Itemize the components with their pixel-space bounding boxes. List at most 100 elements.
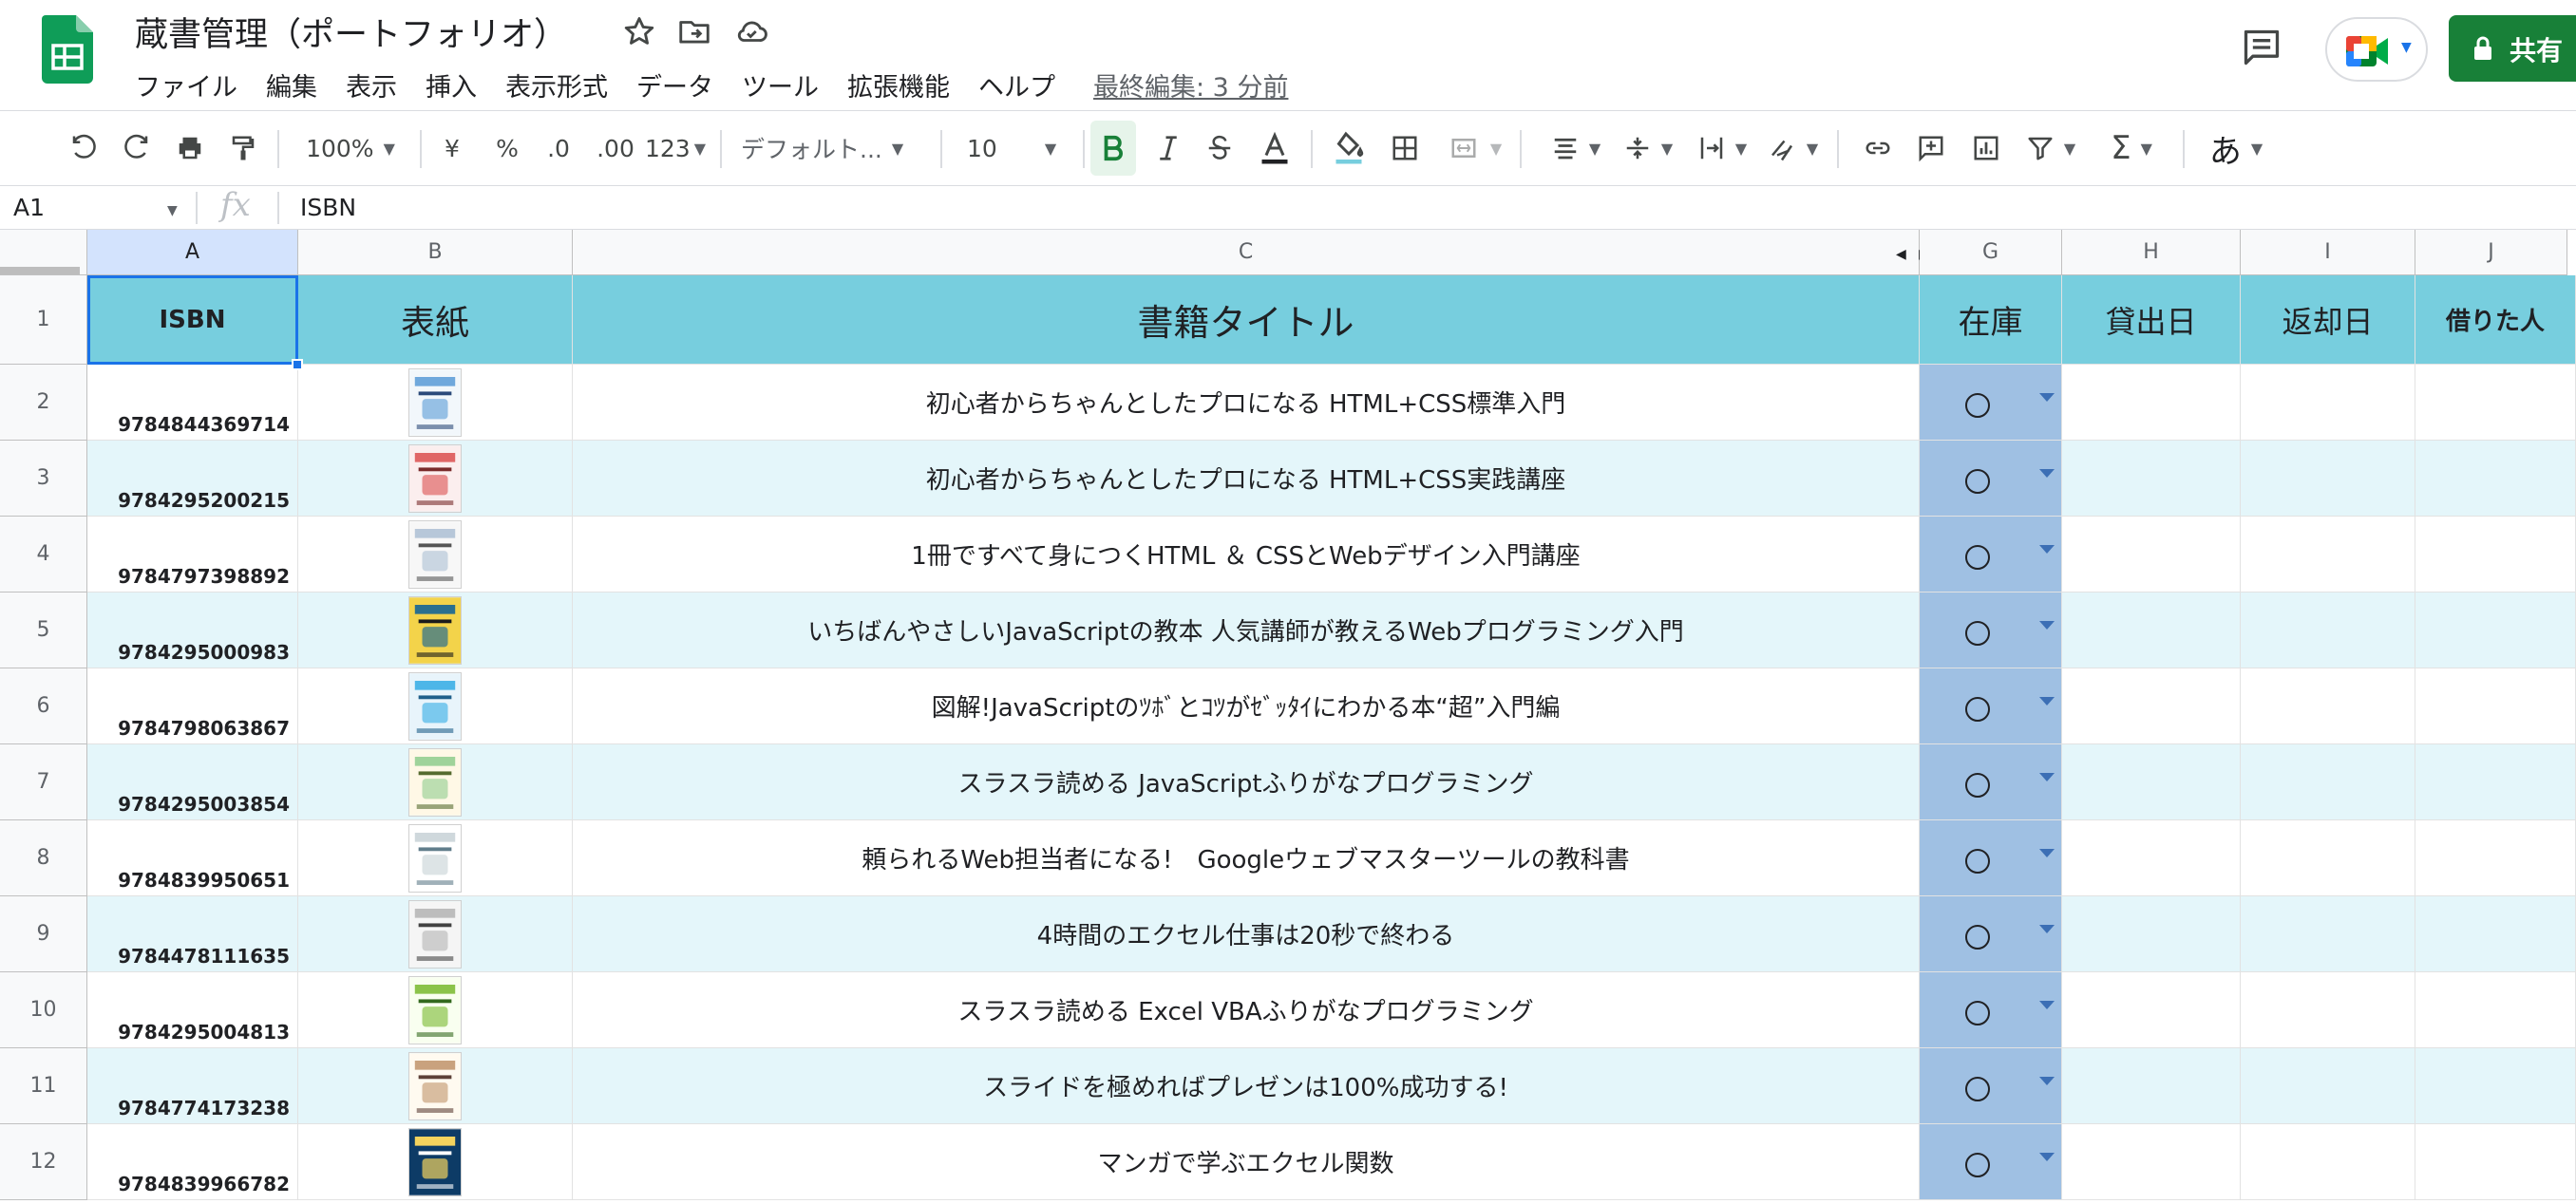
header-cover[interactable]: 表紙 — [298, 275, 573, 364]
book-title-cell[interactable]: 図解!JavaScriptのﾂﾎﾞとｺﾂがｾﾞｯﾀｲにわかる本“超”入門編 — [573, 668, 1920, 743]
return-date-cell[interactable] — [2241, 441, 2415, 516]
dropdown-arrow-icon[interactable] — [2039, 621, 2055, 630]
book-title-cell[interactable]: 初心者からちゃんとしたプロになる HTML+CSS標準入門 — [573, 365, 1920, 440]
share-button[interactable]: 共有 — [2449, 15, 2576, 82]
borders-button[interactable] — [1381, 111, 1429, 185]
return-date-cell[interactable] — [2241, 1048, 2415, 1123]
stock-dropdown-cell[interactable] — [1920, 1124, 2062, 1199]
cover-cell[interactable] — [298, 517, 573, 592]
stock-dropdown-cell[interactable] — [1920, 517, 2062, 592]
book-title-cell[interactable]: スライドを極めればプレゼンは100%成功する! — [573, 1048, 1920, 1123]
borrower-cell[interactable] — [2415, 365, 2576, 440]
dropdown-arrow-icon[interactable] — [2039, 925, 2055, 933]
row-header[interactable]: 12 — [0, 1124, 87, 1200]
loan-date-cell[interactable] — [2062, 517, 2241, 592]
loan-date-cell[interactable] — [2062, 896, 2241, 971]
insert-link-button[interactable] — [1854, 111, 1902, 185]
paint-format-button[interactable] — [220, 111, 266, 185]
isbn-cell[interactable]: 9784844369714 — [87, 365, 298, 440]
stock-dropdown-cell[interactable] — [1920, 744, 2062, 819]
sheets-logo-icon[interactable] — [42, 15, 93, 84]
cover-cell[interactable] — [298, 972, 573, 1047]
dropdown-arrow-icon[interactable] — [2039, 697, 2055, 705]
row-header[interactable]: 5 — [0, 593, 87, 668]
percent-format-button[interactable]: % — [484, 111, 530, 185]
loan-date-cell[interactable] — [2062, 744, 2241, 819]
column-header-i[interactable]: I — [2241, 230, 2415, 275]
menu-file[interactable]: ファイル — [135, 66, 237, 103]
menu-data[interactable]: データ — [636, 66, 713, 103]
cover-cell[interactable] — [298, 896, 573, 971]
cover-cell[interactable] — [298, 365, 573, 440]
header-loan-date[interactable]: 貸出日 — [2062, 275, 2241, 364]
stock-dropdown-cell[interactable] — [1920, 668, 2062, 743]
stock-dropdown-cell[interactable] — [1920, 1048, 2062, 1123]
insert-comment-button[interactable] — [1907, 111, 1955, 185]
borrower-cell[interactable] — [2415, 593, 2576, 668]
borrower-cell[interactable] — [2415, 820, 2576, 895]
fill-handle[interactable] — [292, 359, 303, 370]
return-date-cell[interactable] — [2241, 972, 2415, 1047]
stock-dropdown-cell[interactable] — [1920, 593, 2062, 668]
borrower-cell[interactable] — [2415, 896, 2576, 971]
insert-chart-button[interactable] — [1962, 111, 2010, 185]
loan-date-cell[interactable] — [2062, 820, 2241, 895]
zoom-select[interactable]: 100% ▼ — [291, 111, 410, 185]
input-tools-button[interactable]: あ ▼ — [2200, 111, 2272, 185]
return-date-cell[interactable] — [2241, 365, 2415, 440]
formula-input[interactable]: ISBN — [300, 194, 356, 221]
merge-cells-button[interactable]: ▼ — [1436, 111, 1512, 185]
stock-dropdown-cell[interactable] — [1920, 441, 2062, 516]
row-header-1[interactable]: 1 — [0, 275, 87, 365]
stock-dropdown-cell[interactable] — [1920, 365, 2062, 440]
last-edit-link[interactable]: 最終編集: 3 分前 — [1093, 66, 1288, 103]
horizontal-align-button[interactable]: ▼ — [1544, 111, 1607, 185]
isbn-cell[interactable]: 9784839950651 — [87, 820, 298, 895]
font-family-select[interactable]: デフォルト... ▼ — [741, 111, 931, 185]
fill-color-button[interactable] — [1324, 111, 1373, 185]
loan-date-cell[interactable] — [2062, 441, 2241, 516]
menu-extensions[interactable]: 拡張機能 — [847, 66, 950, 103]
isbn-cell[interactable]: 9784774173238 — [87, 1048, 298, 1123]
return-date-cell[interactable] — [2241, 668, 2415, 743]
dropdown-arrow-icon[interactable] — [2039, 545, 2055, 554]
borrower-cell[interactable] — [2415, 441, 2576, 516]
dropdown-arrow-icon[interactable] — [2039, 469, 2055, 478]
return-date-cell[interactable] — [2241, 1124, 2415, 1199]
menu-insert[interactable]: 挿入 — [426, 66, 477, 103]
bold-button[interactable] — [1090, 121, 1136, 176]
header-return-date[interactable]: 返却日 — [2241, 275, 2415, 364]
book-title-cell[interactable]: 4時間のエクセル仕事は20秒で終わる — [573, 896, 1920, 971]
star-icon[interactable] — [621, 13, 657, 49]
isbn-cell[interactable]: 9784295004813 — [87, 972, 298, 1047]
row-header[interactable]: 10 — [0, 972, 87, 1048]
text-rotation-button[interactable]: ▼ — [1759, 111, 1826, 185]
dropdown-arrow-icon[interactable] — [2039, 393, 2055, 402]
cloud-saved-icon[interactable] — [733, 13, 769, 49]
return-date-cell[interactable] — [2241, 517, 2415, 592]
borrower-cell[interactable] — [2415, 1048, 2576, 1123]
book-title-cell[interactable]: 初心者からちゃんとしたプロになる HTML+CSS実践講座 — [573, 441, 1920, 516]
italic-button[interactable] — [1146, 111, 1191, 185]
borrower-cell[interactable] — [2415, 744, 2576, 819]
dropdown-arrow-icon[interactable] — [2039, 1077, 2055, 1085]
book-title-cell[interactable]: マンガで学ぶエクセル関数 — [573, 1124, 1920, 1199]
isbn-cell[interactable]: 9784797398892 — [87, 517, 298, 592]
cover-cell[interactable] — [298, 820, 573, 895]
borrower-cell[interactable] — [2415, 668, 2576, 743]
loan-date-cell[interactable] — [2062, 1048, 2241, 1123]
meet-button[interactable]: ▼ — [2325, 17, 2428, 82]
row-header[interactable]: 9 — [0, 896, 87, 972]
redo-button[interactable] — [114, 111, 160, 185]
vertical-align-button[interactable]: ▼ — [1617, 111, 1679, 185]
row-header[interactable]: 8 — [0, 820, 87, 896]
header-isbn[interactable]: ISBN — [87, 275, 298, 364]
dropdown-arrow-icon[interactable] — [2039, 773, 2055, 781]
cover-cell[interactable] — [298, 1124, 573, 1199]
menu-view[interactable]: 表示 — [346, 66, 397, 103]
document-title[interactable]: 蔵書管理（ポートフォリオ） — [135, 8, 567, 56]
chevron-down-icon[interactable]: ▼ — [167, 203, 178, 218]
menu-help[interactable]: ヘルプ — [978, 66, 1055, 103]
cover-cell[interactable] — [298, 744, 573, 819]
column-header-g[interactable]: G — [1920, 230, 2062, 275]
